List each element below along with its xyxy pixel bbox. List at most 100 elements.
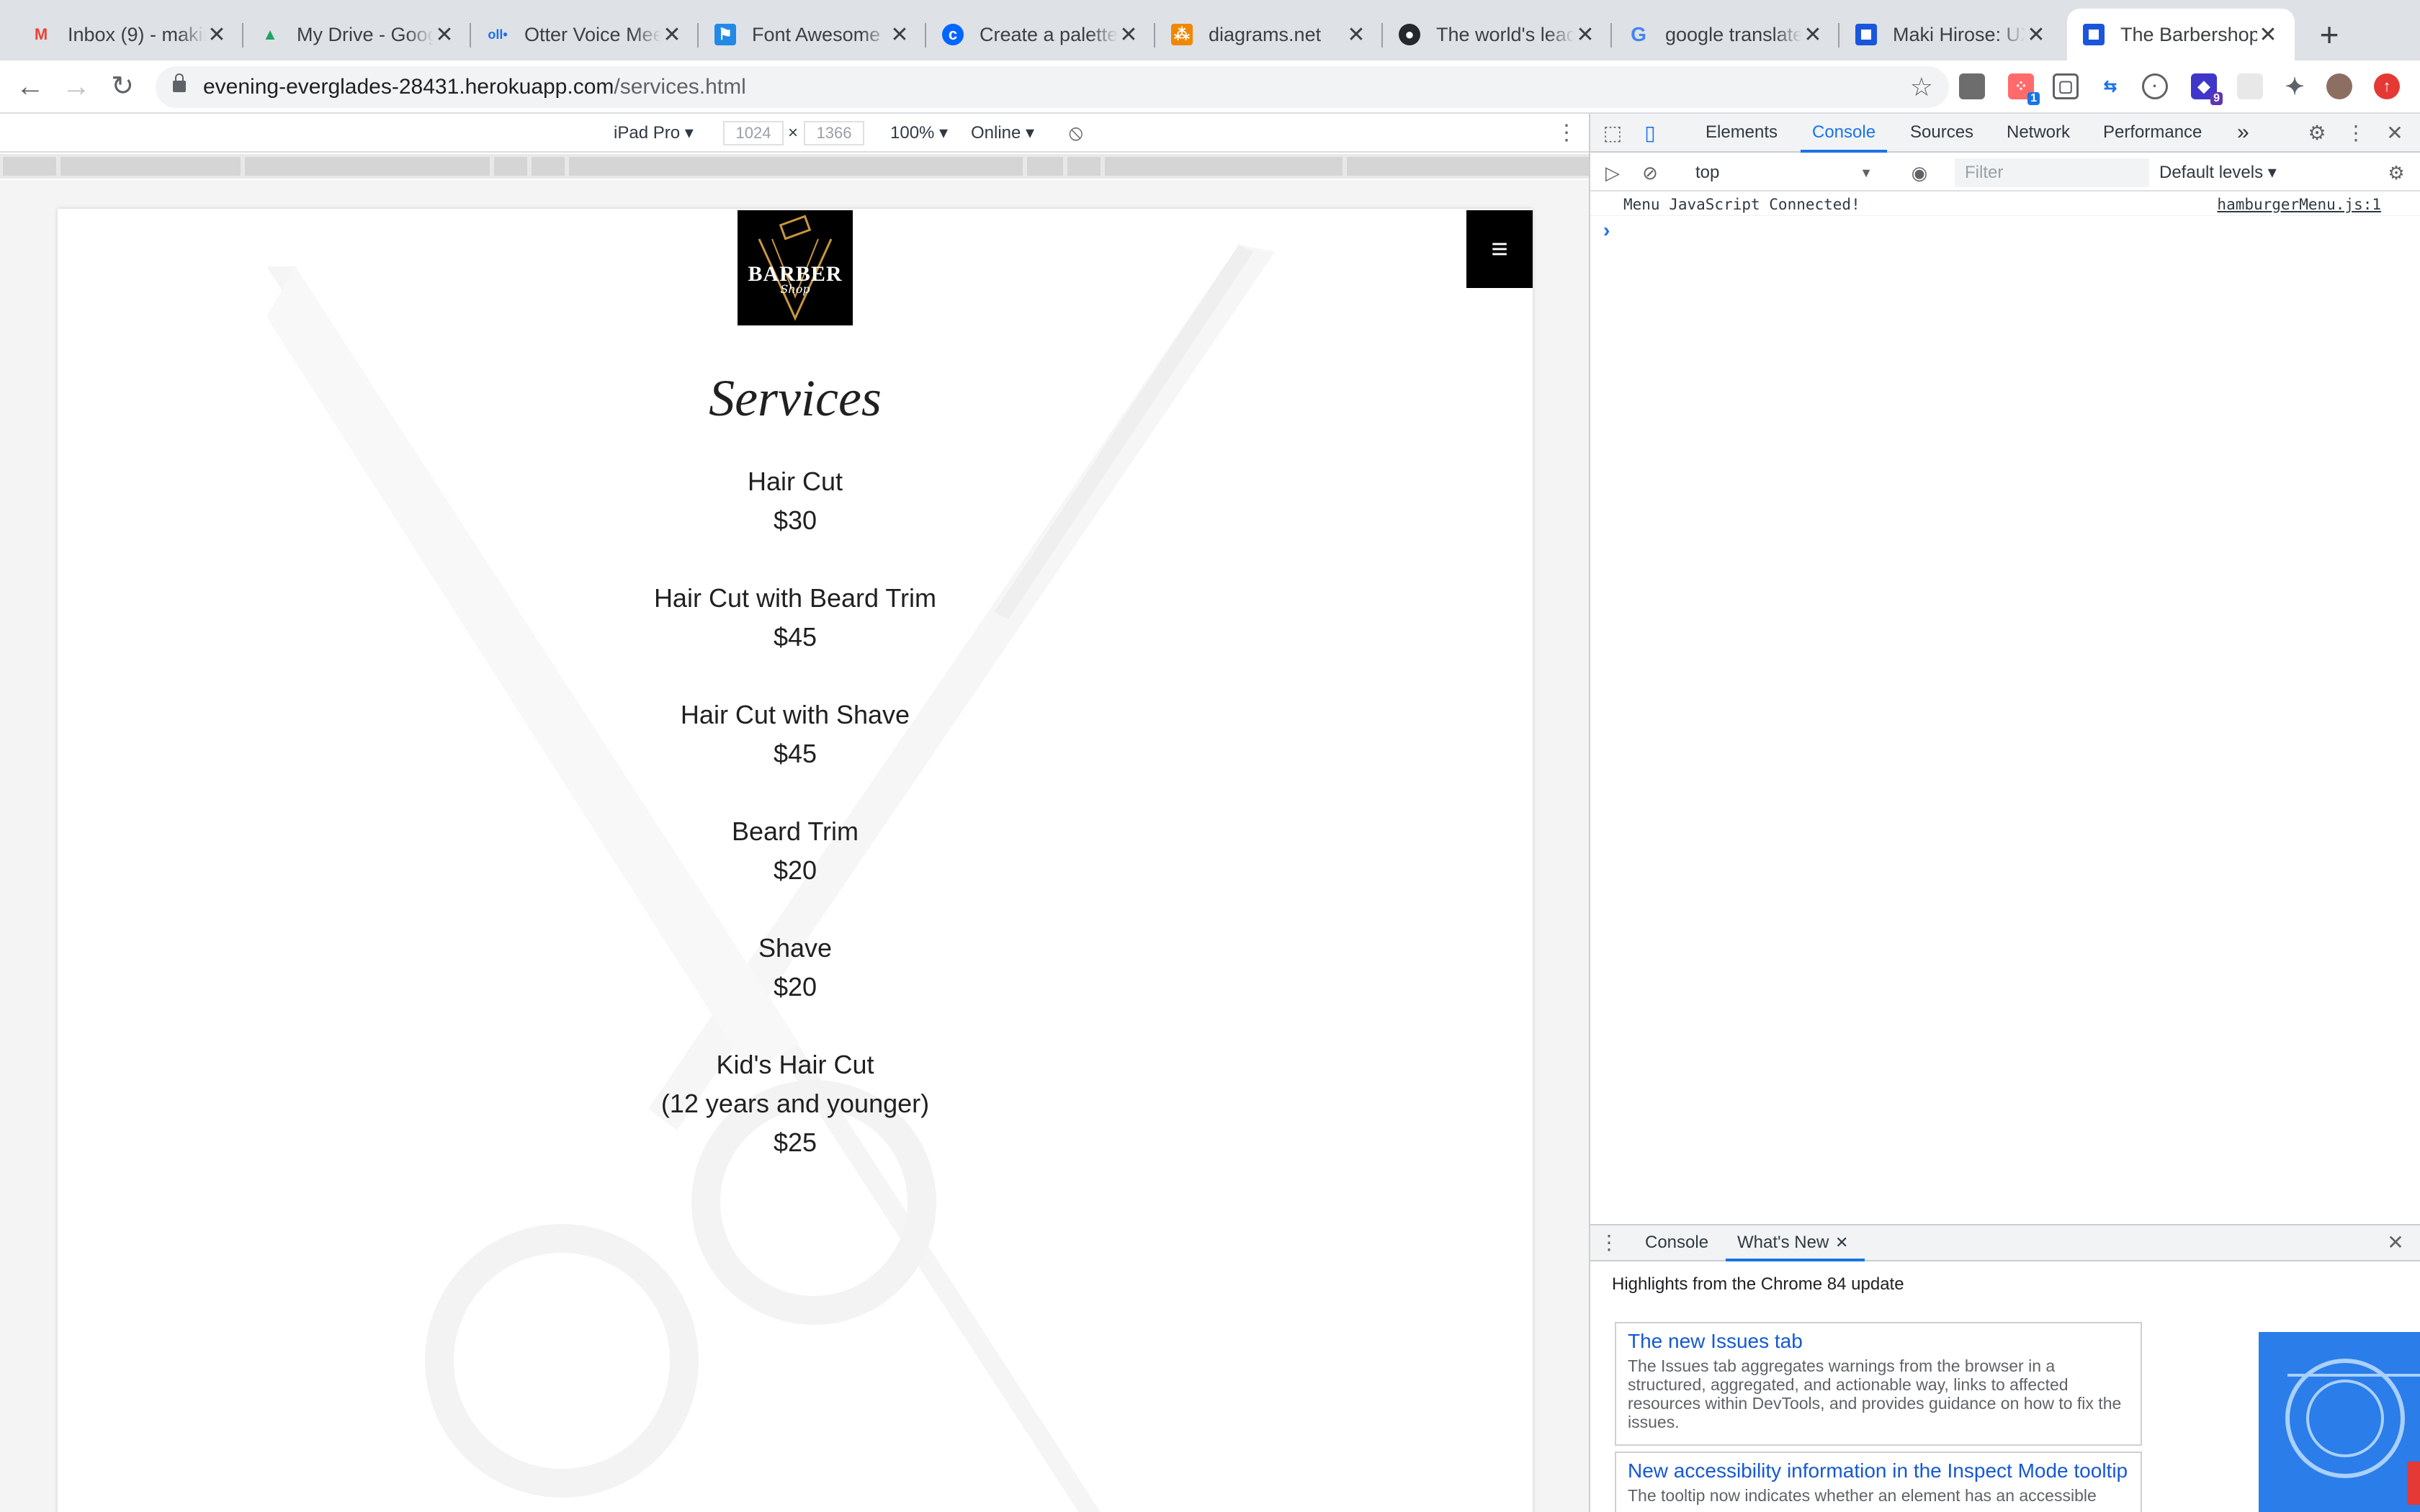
- media-query-segment[interactable]: [532, 157, 565, 176]
- close-icon[interactable]: ✕: [2383, 121, 2407, 145]
- close-icon[interactable]: ✕: [1574, 22, 1596, 48]
- device-toggle-icon[interactable]: ▯: [1638, 121, 1662, 145]
- bookmark-star-icon[interactable]: ☆: [1910, 66, 1933, 108]
- tab-sources[interactable]: Sources: [1910, 114, 1973, 151]
- github-icon: ●: [1399, 24, 1420, 45]
- logo-subtext: Shop: [780, 282, 810, 296]
- tab-otter[interactable]: oll• Otter Voice Meeting Notes ✕: [471, 9, 699, 60]
- media-query-segment[interactable]: [3, 157, 56, 176]
- height-input[interactable]: 1366: [804, 121, 864, 145]
- context-select[interactable]: top ▼: [1688, 158, 1878, 187]
- zoom-select[interactable]: 100% ▾: [890, 114, 948, 153]
- tab-title: My Drive - Google Drive: [297, 23, 434, 45]
- tab-github[interactable]: ● The world's leading ✕: [1383, 9, 1612, 60]
- inspect-element-icon[interactable]: ⬚: [1600, 121, 1625, 145]
- tab-coolors[interactable]: c Create a palette ✕: [926, 9, 1155, 60]
- service-item: Hair Cut with Beard Trim $45: [58, 579, 1533, 657]
- hamburger-menu-button[interactable]: ≡: [1466, 210, 1533, 288]
- site-icon: [2083, 24, 2105, 45]
- tab-title: Inbox (9) - making: [68, 23, 206, 45]
- drawer-tab-console[interactable]: Console: [1645, 1225, 1708, 1260]
- card-title[interactable]: New accessibility information in the Ins…: [1628, 1459, 2129, 1483]
- screenshot-extension-icon[interactable]: ▢: [2053, 73, 2079, 99]
- close-icon[interactable]: ✕: [1835, 1225, 1848, 1260]
- media-query-segment[interactable]: [1347, 157, 1589, 176]
- close-drawer-icon[interactable]: ✕: [2384, 1231, 2407, 1254]
- tab-console[interactable]: Console: [1800, 114, 1888, 153]
- gmail-icon: M: [34, 25, 48, 43]
- media-query-segment[interactable]: [569, 157, 1023, 176]
- close-icon[interactable]: ✕: [1802, 22, 1824, 48]
- service-item: Hair Cut $30: [58, 462, 1533, 540]
- font-awesome-flag-icon: ⚑: [714, 24, 736, 45]
- tab-maki-hirose[interactable]: Maki Hirose: UX/UI ✕: [1839, 9, 2063, 60]
- whats-new-card[interactable]: The new Issues tab The Issues tab aggreg…: [1615, 1322, 2142, 1446]
- eye-icon[interactable]: ◉: [1907, 161, 1932, 185]
- device-select[interactable]: iPad Pro ▾: [614, 114, 694, 153]
- media-query-segment[interactable]: [60, 157, 241, 176]
- close-icon[interactable]: ✕: [1118, 22, 1139, 48]
- sidebar-toggle-icon[interactable]: ▷: [1600, 161, 1625, 185]
- extensions-puzzle-icon[interactable]: ✦: [2282, 73, 2308, 99]
- service-note: (12 years and younger): [660, 1089, 930, 1118]
- console-prompt[interactable]: ›: [1603, 219, 1610, 242]
- close-icon[interactable]: ✕: [889, 22, 910, 48]
- service-name: Shave: [758, 933, 833, 963]
- address-bar[interactable]: evening-everglades-28431.herokuapp.com/s…: [156, 66, 1949, 108]
- close-icon[interactable]: ✕: [2025, 22, 2047, 48]
- barber-shop-logo[interactable]: BARBER Shop: [738, 210, 853, 325]
- new-tab-button[interactable]: +: [2309, 13, 2349, 56]
- more-options-icon[interactable]: ⋮: [2344, 121, 2368, 145]
- media-query-segment[interactable]: [494, 157, 527, 176]
- drawer-tab-whats-new[interactable]: What's New: [1725, 1225, 1865, 1261]
- console-settings-gear-icon[interactable]: ⚙: [2384, 161, 2408, 185]
- card-title[interactable]: The new Issues tab: [1628, 1329, 2129, 1354]
- tab-google-translate[interactable]: G google translate ✕: [1612, 9, 1839, 60]
- close-icon[interactable]: ✕: [2257, 22, 2279, 48]
- media-query-segment[interactable]: [1105, 157, 1343, 176]
- update-icon[interactable]: ↑: [2374, 73, 2400, 99]
- tab-diagrams[interactable]: ⁂ diagrams.net ✕: [1155, 9, 1383, 60]
- extension-icon[interactable]: ◆ 9: [2191, 73, 2223, 105]
- media-query-segment[interactable]: [245, 157, 490, 176]
- more-tabs-icon[interactable]: »: [2237, 114, 2249, 151]
- whats-new-card[interactable]: New accessibility information in the Ins…: [1615, 1452, 2142, 1512]
- filter-input[interactable]: Filter: [1955, 158, 2149, 187]
- close-icon[interactable]: ✕: [661, 22, 683, 48]
- width-input[interactable]: 1024: [723, 121, 784, 145]
- close-icon[interactable]: ✕: [1345, 22, 1367, 48]
- close-icon[interactable]: ✕: [434, 22, 455, 48]
- network-select[interactable]: Online ▾: [971, 114, 1034, 153]
- rotate-icon[interactable]: ⦸: [1069, 114, 1083, 153]
- log-levels-select[interactable]: Default levels ▾: [2159, 154, 2277, 192]
- url-host: evening-everglades-28431.herokuapp.com: [203, 75, 614, 99]
- reload-icon[interactable]: ↻: [104, 68, 141, 105]
- more-options-icon[interactable]: ⋮: [1556, 114, 1577, 153]
- extension-icon[interactable]: ⁘ 1: [2008, 73, 2040, 105]
- media-query-segment[interactable]: [1067, 157, 1101, 176]
- extension-icon[interactable]: ·: [2142, 73, 2168, 99]
- tab-title: google translate: [1665, 23, 1802, 45]
- extension-icon[interactable]: [2237, 73, 2263, 99]
- avatar[interactable]: [2326, 73, 2352, 99]
- extension-icon[interactable]: [1959, 73, 1985, 99]
- tab-google-drive[interactable]: ▲ My Drive - Google Drive ✕: [243, 9, 471, 60]
- dimension-separator: ×: [788, 123, 799, 143]
- tab-gmail[interactable]: M Inbox (9) - making ✕: [14, 9, 243, 60]
- forward-arrow-icon[interactable]: →: [58, 68, 95, 105]
- settings-gear-icon[interactable]: ⚙: [2305, 121, 2329, 145]
- tab-font-awesome[interactable]: ⚑ Font Awesome ✕: [699, 9, 926, 60]
- tab-performance[interactable]: Performance: [2103, 114, 2202, 151]
- card-body: The tooltip now indicates whether an ele…: [1628, 1486, 2097, 1505]
- tab-network[interactable]: Network: [2007, 114, 2070, 151]
- browser-toolbar: ← → ↻ evening-everglades-28431.herokuapp…: [0, 60, 2420, 114]
- drawer-menu-icon[interactable]: ⋮: [1597, 1231, 1621, 1254]
- close-icon[interactable]: ✕: [206, 22, 228, 48]
- tab-barbershop[interactable]: The Barbershop ✕: [2067, 9, 2295, 60]
- media-query-segment[interactable]: [1027, 157, 1063, 176]
- clear-console-icon[interactable]: ⊘: [1638, 161, 1662, 185]
- tab-elements[interactable]: Elements: [1706, 114, 1778, 151]
- extension-icon[interactable]: ⇆: [2097, 73, 2123, 99]
- console-source-link[interactable]: hamburgerMenu.js:1: [2217, 193, 2381, 216]
- back-arrow-icon[interactable]: ←: [12, 68, 49, 105]
